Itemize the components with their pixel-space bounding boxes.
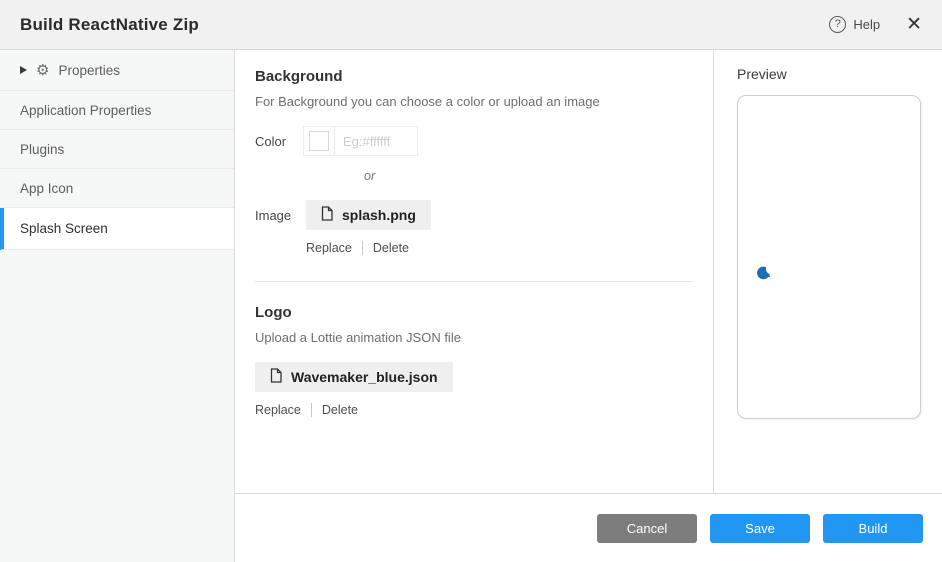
image-actions: Replace Delete [306, 241, 693, 255]
chevron-right-icon [20, 66, 27, 74]
preview-title: Preview [737, 66, 921, 82]
logo-file-row: Wavemaker_blue.json [255, 362, 693, 392]
build-reactnative-zip-dialog: Build ReactNative Zip ? Help ✕ ⚙ Propert… [0, 0, 942, 562]
sidebar-item-label: Properties [58, 63, 120, 78]
image-delete-link[interactable]: Delete [373, 241, 409, 255]
dialog-header: Build ReactNative Zip ? Help ✕ [0, 0, 942, 50]
sidebar-item-app-icon[interactable]: App Icon [0, 169, 234, 208]
sidebar-item-label: Plugins [20, 142, 64, 157]
logo-animation-crescent-icon [755, 265, 771, 286]
header-actions: ? Help ✕ [829, 15, 922, 34]
or-label: or [364, 169, 693, 183]
background-section-description: For Background you can choose a color or… [255, 94, 693, 109]
file-icon [270, 368, 282, 386]
gear-icon: ⚙ [36, 63, 49, 78]
dialog-body: ⚙ Properties Application Properties Plug… [0, 50, 942, 562]
help-icon: ? [829, 16, 846, 33]
file-icon [321, 206, 333, 224]
logo-section-description: Upload a Lottie animation JSON file [255, 330, 693, 345]
close-icon[interactable]: ✕ [906, 15, 922, 34]
preview-pane: Preview [713, 50, 942, 493]
color-picker-control [303, 126, 418, 156]
color-label: Color [255, 134, 303, 149]
color-input[interactable] [334, 127, 417, 155]
sidebar: ⚙ Properties Application Properties Plug… [0, 50, 235, 562]
cancel-button[interactable]: Cancel [597, 514, 697, 543]
section-divider [255, 281, 693, 282]
sidebar-item-splash-screen[interactable]: Splash Screen [0, 208, 234, 250]
content-column: Background For Background you can choose… [235, 50, 942, 562]
color-swatch[interactable] [309, 131, 329, 151]
logo-file-chip[interactable]: Wavemaker_blue.json [255, 362, 453, 392]
logo-section: Logo Upload a Lottie animation JSON file [255, 304, 693, 417]
dialog-footer: Cancel Save Build [235, 493, 942, 562]
build-button[interactable]: Build [823, 514, 923, 543]
save-button[interactable]: Save [710, 514, 810, 543]
sidebar-item-label: App Icon [20, 181, 73, 196]
background-image-file-chip[interactable]: splash.png [306, 200, 431, 230]
background-image-file-name: splash.png [342, 207, 416, 223]
logo-delete-link[interactable]: Delete [322, 403, 358, 417]
help-button[interactable]: ? Help [829, 16, 880, 33]
sidebar-item-label: Splash Screen [20, 221, 108, 236]
logo-section-title: Logo [255, 304, 693, 321]
image-row: Image splash.png [255, 200, 693, 230]
logo-file-name: Wavemaker_blue.json [291, 369, 438, 385]
background-section-title: Background [255, 68, 693, 85]
color-row: Color [255, 126, 693, 156]
sidebar-item-properties[interactable]: ⚙ Properties [0, 50, 234, 91]
sidebar-item-application-properties[interactable]: Application Properties [0, 91, 234, 130]
help-label: Help [853, 17, 880, 32]
splash-screen-settings: Background For Background you can choose… [235, 50, 713, 493]
image-label: Image [255, 208, 306, 223]
sidebar-item-plugins[interactable]: Plugins [0, 130, 234, 169]
link-separator [362, 241, 363, 255]
content-panes: Background For Background you can choose… [235, 50, 942, 493]
splash-preview-box [737, 95, 921, 419]
logo-actions: Replace Delete [255, 403, 693, 417]
sidebar-item-label: Application Properties [20, 103, 151, 118]
image-replace-link[interactable]: Replace [306, 241, 352, 255]
sidebar-filler [0, 250, 234, 562]
link-separator [311, 403, 312, 417]
dialog-title: Build ReactNative Zip [20, 15, 199, 35]
logo-replace-link[interactable]: Replace [255, 403, 301, 417]
